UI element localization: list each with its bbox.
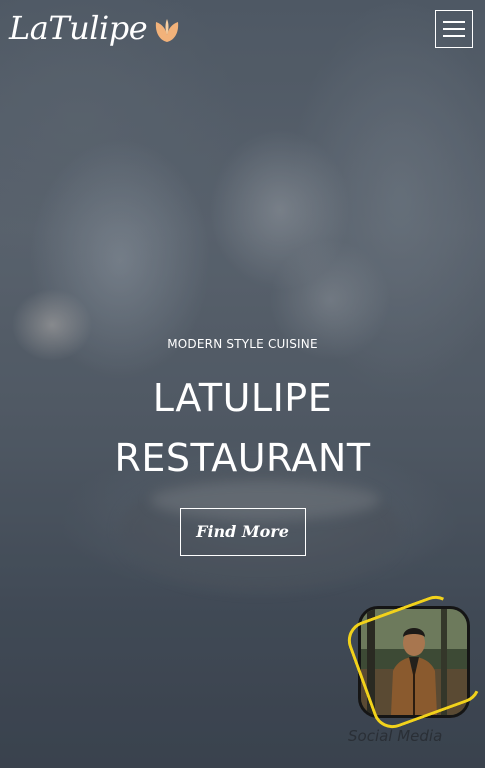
social-media-widget[interactable]: Social Media bbox=[342, 590, 485, 746]
hamburger-menu-button[interactable] bbox=[435, 10, 473, 48]
hero-title-line-2: RESTAURANT bbox=[114, 436, 371, 480]
logo-text: LaTulipe bbox=[9, 9, 148, 47]
hamburger-menu-icon-bar bbox=[443, 35, 465, 37]
social-media-label[interactable]: Social Media bbox=[348, 726, 472, 746]
find-more-button[interactable]: Find More bbox=[179, 508, 306, 556]
hero-content: MODERN STYLE CUISINE LATULIPE RESTAURANT… bbox=[0, 330, 485, 556]
profile-avatar[interactable] bbox=[358, 606, 470, 718]
hamburger-menu-icon-bar bbox=[443, 28, 465, 30]
hero-title-line-1: LATULIPE bbox=[152, 376, 333, 420]
avatar-photo-icon bbox=[361, 609, 467, 715]
tulip-leaf-icon bbox=[156, 19, 179, 42]
hero-subtitle: MODERN STYLE CUISINE bbox=[167, 337, 318, 351]
hamburger-menu-icon bbox=[443, 21, 465, 23]
site-logo[interactable]: LaTulipe bbox=[9, 6, 181, 50]
site-header: LaTulipe bbox=[0, 0, 485, 62]
hero-title: LATULIPE RESTAURANT bbox=[0, 368, 485, 488]
